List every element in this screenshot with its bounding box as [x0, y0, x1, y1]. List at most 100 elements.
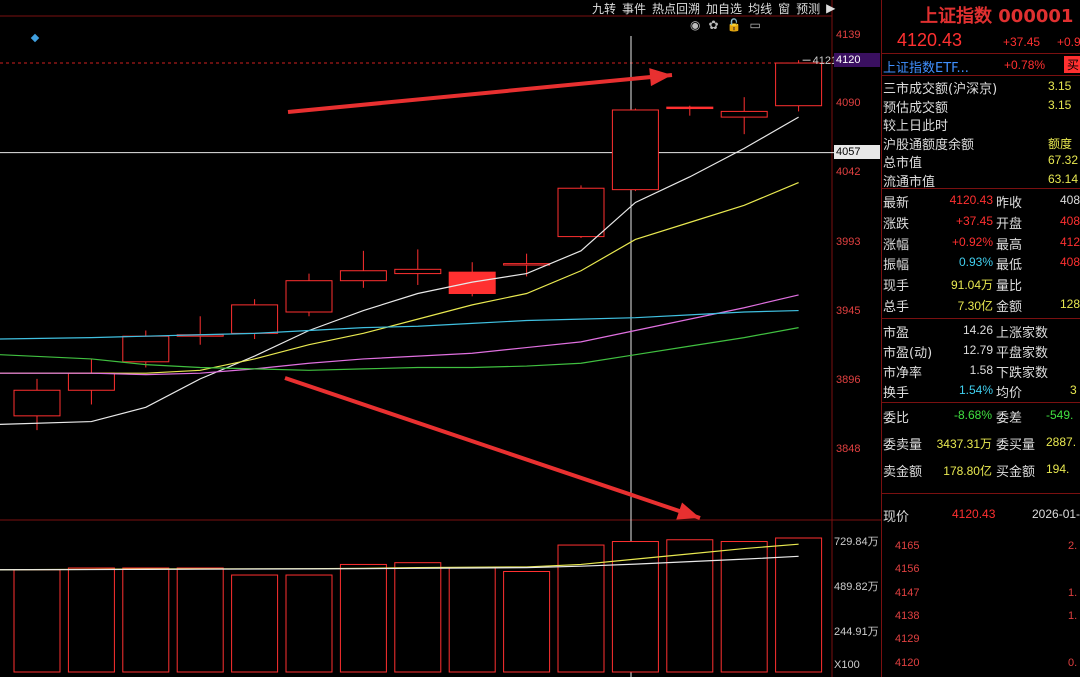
quote-value: 412	[1060, 234, 1080, 249]
price-axis-label: 4090	[836, 97, 861, 109]
mini-right-axis-label: 1.	[1068, 610, 1078, 622]
current-price-tag: 4120	[834, 53, 880, 67]
toolbar-events[interactable]: 事件	[622, 0, 646, 17]
toolbar-ma[interactable]: 均线	[748, 0, 772, 17]
info-row-label: 三市成交额(沪深京)	[883, 82, 998, 97]
quote-label: 最低	[996, 258, 1023, 274]
info-row-value: 63.14	[1048, 171, 1079, 186]
toolbar-jiuzhuan[interactable]: 九转	[592, 0, 616, 17]
marker-icon	[30, 33, 40, 43]
stat-value: 1.54%	[958, 383, 993, 397]
etf-buy-button[interactable]: 买	[1064, 56, 1080, 73]
volume-bar	[666, 539, 714, 673]
mini-axis-label: 4138	[895, 610, 920, 622]
volume-bar	[720, 541, 768, 673]
candle	[666, 106, 714, 110]
toolbar-forecast[interactable]: 预测	[796, 0, 820, 17]
candle	[720, 110, 768, 118]
etf-link[interactable]: 上证指数ETF...	[883, 57, 969, 76]
candle	[339, 270, 387, 282]
stock-change: +37.45	[1003, 35, 1041, 49]
order-value: -8.68%	[953, 408, 992, 422]
stat-value: 12.79	[962, 343, 993, 357]
quote-value: 7.30亿	[957, 299, 993, 313]
quote-value: 408	[1060, 213, 1080, 228]
window-icon[interactable]: ▭	[750, 18, 761, 32]
price-axis-label: 3993	[836, 236, 861, 248]
info-row-label: 总市值	[883, 156, 923, 171]
quote-label: 最新	[883, 196, 910, 211]
price-axis-label: 3945	[836, 305, 861, 317]
candle	[285, 280, 333, 313]
order-value: 178.80亿	[943, 464, 992, 478]
candle	[122, 335, 170, 363]
mini-axis-label: 4165	[895, 540, 920, 552]
mini-right-axis-label: 1.	[1068, 587, 1078, 599]
candle	[67, 372, 115, 391]
info-row-value: 67.32	[1048, 153, 1079, 167]
volume-bar	[67, 567, 115, 673]
volume-axis-label: 489.82万	[834, 581, 879, 593]
stock-chart-window: 4121.72 九转 事件 热点回溯 加自选 均线 窗 预测 ▶ ◉ ✿ 🔓 ▭…	[0, 0, 1080, 677]
mini-axis-label: 4147	[895, 587, 920, 599]
order-label: 买金额	[996, 465, 1036, 480]
quote-label: 量比	[996, 279, 1023, 295]
quote-label: 现手	[883, 279, 910, 295]
quote-value: 408	[1060, 255, 1080, 270]
info-row-label: 较上日此时	[883, 119, 949, 134]
mini-right-axis-label: 0.	[1068, 657, 1078, 669]
quote-value: +37.45	[955, 213, 993, 228]
volume-axis-label: 729.84万	[834, 536, 879, 548]
volume-bar	[775, 537, 823, 673]
now-label: 现价	[883, 510, 910, 525]
info-row-value: 3.15	[1048, 97, 1072, 112]
stat-label: 下跌家数	[996, 366, 1049, 381]
candle	[231, 304, 279, 334]
price-axis-label: 4042	[836, 166, 861, 178]
order-value: 194.	[1046, 462, 1070, 476]
info-row-label: 预估成交额	[883, 100, 949, 116]
price-axis-label: 3848	[836, 443, 861, 455]
volume-bar	[394, 562, 442, 673]
candle	[394, 268, 442, 275]
down-arrow	[284, 376, 701, 520]
stock-title: 上证指数 000001	[920, 6, 1074, 27]
quote-value: 4120.43	[949, 193, 993, 207]
quote-label: 振幅	[883, 258, 910, 274]
order-label: 委买量	[996, 438, 1036, 453]
order-value: 2887.	[1046, 435, 1077, 449]
stat-label: 均价	[996, 386, 1023, 401]
volume-bar	[13, 569, 61, 673]
info-row-value: 额度	[1048, 136, 1073, 151]
flower-icon[interactable]: ✿	[708, 18, 718, 32]
eye-icon[interactable]: ◉	[690, 18, 700, 32]
stat-value: 3	[1070, 383, 1077, 397]
stat-label: 市净率	[883, 366, 923, 381]
volume-bar	[122, 567, 170, 673]
stat-label: 平盘家数	[996, 346, 1049, 361]
volume-axis-label: 244.91万	[834, 626, 879, 638]
volume-bar	[231, 574, 279, 673]
volume-bar	[285, 574, 333, 673]
order-label: 委卖量	[883, 438, 923, 453]
play-icon[interactable]: ▶	[826, 1, 835, 15]
now-value: 4120.43	[952, 507, 996, 521]
toolbar-add-watchlist[interactable]: 加自选	[706, 0, 742, 17]
order-value: -549.	[1046, 408, 1074, 422]
quote-value: 408	[1060, 193, 1080, 207]
toolbar-window[interactable]: 窗	[778, 0, 790, 17]
ma-line	[0, 309, 799, 340]
down-arrow-head	[676, 502, 700, 520]
volume-bar	[448, 567, 496, 673]
mini-axis-label: 4120	[895, 657, 920, 669]
price-axis-label: 3896	[836, 374, 861, 386]
candle	[448, 271, 496, 295]
toolbar-hot-review[interactable]: 热点回溯	[652, 0, 700, 17]
price-axis-label: 4139	[836, 29, 861, 41]
lock-icon[interactable]: 🔓	[727, 18, 742, 32]
stock-price: 4120.43	[897, 30, 963, 50]
ma-line	[0, 181, 799, 374]
mini-axis-label: 4156	[895, 563, 920, 575]
stock-change-pct: +0.9	[1057, 35, 1080, 49]
volume-bar	[176, 567, 224, 673]
